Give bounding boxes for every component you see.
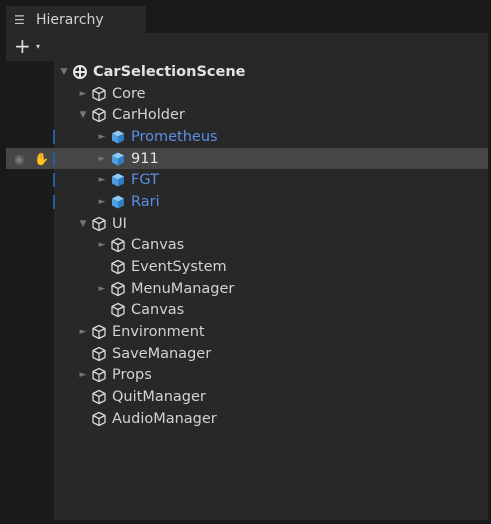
- prefab-cube-icon: [110, 151, 126, 167]
- hierarchy-tree: ▼ CarSelectionScene ► Core ▼ CarHolder ► Promet…: [6, 61, 488, 430]
- tree-row-label: EventSystem: [131, 259, 227, 276]
- gameobject-cube-icon: [91, 389, 107, 405]
- tree-row-label: Props: [112, 367, 152, 384]
- gameobject-cube-icon: [91, 367, 107, 383]
- tree-row-label: UI: [112, 215, 127, 232]
- tree-row-label: Prometheus: [131, 128, 218, 145]
- gameobject-cube-icon: [91, 411, 107, 427]
- prefab-cube-icon: [110, 194, 126, 210]
- tree-row-label: QuitManager: [112, 389, 206, 406]
- tree-row[interactable]: ► Environment: [6, 321, 488, 343]
- expand-arrow-right-icon[interactable]: ►: [96, 240, 108, 250]
- tree-row[interactable]: ◉ ✋ ► 911: [6, 147, 488, 170]
- tree-row[interactable]: ► FGT: [6, 169, 488, 191]
- tree-row[interactable]: ►SaveManager: [6, 343, 488, 365]
- tree-row[interactable]: ► Rari: [6, 191, 488, 213]
- prefab-cube-icon: [110, 129, 126, 145]
- tree-row-label: AudioManager: [112, 410, 217, 427]
- tree-row[interactable]: ►AudioManager: [6, 408, 488, 430]
- prefab-override-marker: [53, 151, 55, 166]
- gameobject-cube-icon: [91, 86, 107, 102]
- hierarchy-panel: ☰ Hierarchy + ▾ ▼ CarSelectionScene ► Core ▼…: [6, 6, 488, 520]
- expand-arrow-right-icon[interactable]: ►: [96, 284, 108, 294]
- expand-arrow-right-icon[interactable]: ►: [96, 175, 108, 185]
- pickable-hand-icon[interactable]: ✋: [34, 152, 49, 166]
- tree-row-label: Environment: [112, 324, 205, 341]
- chevron-down-icon[interactable]: ▾: [36, 42, 40, 51]
- tree-row-label: CarHolder: [112, 107, 185, 124]
- tree-row-label: CarSelectionScene: [93, 63, 246, 80]
- expand-arrow-right-icon[interactable]: ►: [96, 154, 108, 164]
- tab-label: Hierarchy: [36, 11, 104, 28]
- tree-row-label: 911: [131, 150, 159, 167]
- gameobject-cube-icon: [110, 259, 126, 275]
- tree-row[interactable]: ▼ CarSelectionScene: [6, 61, 488, 83]
- gameobject-cube-icon: [110, 302, 126, 318]
- tree-row-label: Canvas: [131, 237, 185, 254]
- prefab-cube-icon: [110, 172, 126, 188]
- tree-row[interactable]: ►Canvas: [6, 300, 488, 322]
- tree-row[interactable]: ► Canvas: [6, 235, 488, 257]
- gameobject-cube-icon: [110, 237, 126, 253]
- expand-arrow-down-icon[interactable]: ▼: [77, 219, 89, 229]
- visibility-eye-icon[interactable]: ◉: [14, 152, 24, 166]
- prefab-override-marker: [53, 130, 55, 145]
- tree-row-label: Rari: [131, 193, 160, 210]
- unity-scene-icon: [72, 64, 88, 80]
- tree-row[interactable]: ►EventSystem: [6, 256, 488, 278]
- tree-row[interactable]: ► Core: [6, 83, 488, 105]
- tree-row-label: SaveManager: [112, 345, 212, 362]
- list-icon: ☰: [14, 12, 25, 27]
- gameobject-cube-icon: [91, 324, 107, 340]
- prefab-override-marker: [53, 195, 55, 210]
- expand-arrow-down-icon[interactable]: ▼: [58, 67, 70, 77]
- expand-arrow-right-icon[interactable]: ►: [96, 197, 108, 207]
- gameobject-cube-icon: [110, 281, 126, 297]
- hierarchy-toolbar: + ▾: [6, 33, 488, 61]
- tab-hierarchy[interactable]: ☰ Hierarchy: [6, 6, 146, 33]
- tree-row-label: MenuManager: [131, 280, 235, 297]
- gameobject-cube-icon: [91, 346, 107, 362]
- gameobject-cube-icon: [91, 216, 107, 232]
- tree-row[interactable]: ▼ CarHolder: [6, 104, 488, 126]
- expand-arrow-right-icon[interactable]: ►: [96, 132, 108, 142]
- tree-row-label: FGT: [131, 172, 159, 189]
- tree-row[interactable]: ► MenuManager: [6, 278, 488, 300]
- tab-bar: ☰ Hierarchy: [6, 6, 488, 33]
- tree-row[interactable]: ► Prometheus: [6, 126, 488, 148]
- tree-row[interactable]: ►QuitManager: [6, 386, 488, 408]
- prefab-override-marker: [53, 173, 55, 188]
- tree-row[interactable]: ► Props: [6, 365, 488, 387]
- expand-arrow-right-icon[interactable]: ►: [77, 370, 89, 380]
- add-button[interactable]: +: [14, 36, 31, 56]
- expand-arrow-right-icon[interactable]: ►: [77, 327, 89, 337]
- tree-row[interactable]: ▼ UI: [6, 213, 488, 235]
- expand-arrow-down-icon[interactable]: ▼: [77, 110, 89, 120]
- tree-row-label: Core: [112, 85, 146, 102]
- expand-arrow-right-icon[interactable]: ►: [77, 89, 89, 99]
- tree-row-label: Canvas: [131, 302, 185, 319]
- gameobject-cube-icon: [91, 107, 107, 123]
